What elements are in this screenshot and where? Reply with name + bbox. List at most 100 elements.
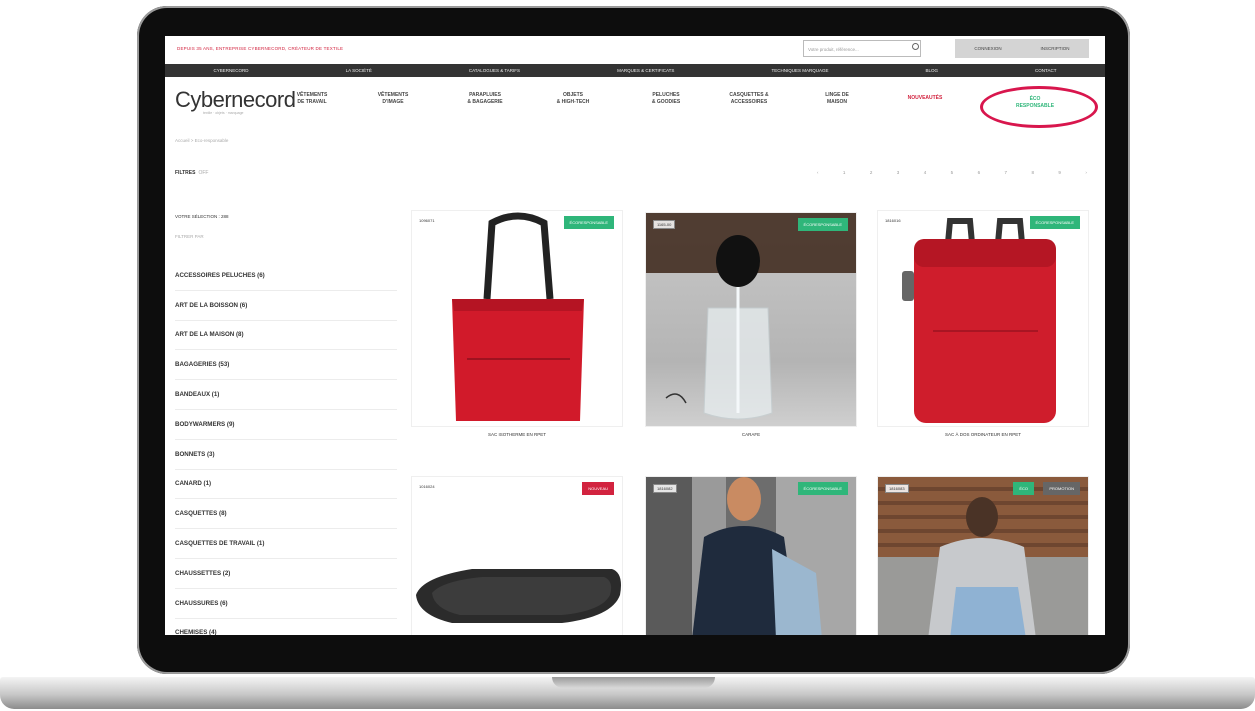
menu-caps[interactable]: CASQUETTES & ACCESSOIRES xyxy=(714,92,784,106)
menu-line: PELUCHES xyxy=(652,92,680,98)
menu-line: VÊTEMENTS xyxy=(296,92,328,98)
search-icon[interactable] xyxy=(912,43,919,50)
tray-image xyxy=(416,569,621,623)
product-name[interactable]: SAC ISOTHERME EN RPET xyxy=(411,432,623,437)
menu-line: DE TRAVAIL xyxy=(297,99,327,105)
browser-viewport: DEPUIS 35 ANS, ENTREPRISE CYBERNECORD, C… xyxy=(165,36,1105,635)
nav-item[interactable]: MARQUES & CERTIFICATS xyxy=(617,68,674,73)
category-item[interactable]: ART DE LA BOISSON (6) xyxy=(175,291,397,321)
product-card[interactable]: 1016024 NOUVEAU xyxy=(411,476,623,635)
eco-badge: ÉCO xyxy=(1013,482,1034,495)
page-link[interactable]: 4 xyxy=(924,170,927,175)
model-man-image xyxy=(692,477,822,635)
page-link[interactable]: 8 xyxy=(1031,170,1034,175)
filters-label: FILTRES xyxy=(175,170,196,176)
model-woman-image xyxy=(878,497,1088,635)
new-badge: NOUVEAU xyxy=(582,482,614,495)
menu-line: CASQUETTES & xyxy=(729,92,769,98)
page-link[interactable]: 2 xyxy=(870,170,873,175)
category-item[interactable]: CASQUETTES (8) xyxy=(175,499,397,530)
eco-badge: ÉCORESPONSABLE xyxy=(1029,216,1080,229)
login-button[interactable]: CONNEXION xyxy=(974,46,1001,51)
highlight-circle xyxy=(980,86,1098,128)
logo-tagline: textile · objets · marquage xyxy=(203,111,244,115)
category-item[interactable]: CHAUSSURES (6) xyxy=(175,589,397,619)
register-button[interactable]: INSCRIPTION xyxy=(1041,46,1070,51)
product-ref: 1816016 xyxy=(885,218,901,223)
menu-image-wear[interactable]: VÊTEMENTS D'IMAGE xyxy=(358,92,428,106)
laptop-notch xyxy=(552,677,715,688)
menu-line: D'IMAGE xyxy=(382,99,404,105)
page-link[interactable]: 5 xyxy=(951,170,954,175)
category-item[interactable]: BANDEAUX (1) xyxy=(175,380,397,410)
page-link[interactable]: 9 xyxy=(1058,170,1061,175)
promo-text: DEPUIS 35 ANS, ENTREPRISE CYBERNECORD, C… xyxy=(177,46,344,51)
category-item[interactable]: ART DE LA MAISON (8) xyxy=(175,321,397,351)
product-card[interactable]: 1816016 ÉCORESPONSABLE xyxy=(877,210,1089,427)
breadcrumb[interactable]: Accueil > Eco-responsable xyxy=(175,138,228,143)
menu-new[interactable]: NOUVEAUTÉS xyxy=(890,95,960,102)
product-ref: 1096071 xyxy=(419,218,435,223)
nav-item[interactable]: LA SOCIÉTÉ xyxy=(346,68,372,73)
product-ref: 1816082 xyxy=(653,484,677,493)
product-card[interactable]: 1816083 ÉCO PROMOTION xyxy=(877,476,1089,635)
menu-workwear[interactable]: VÊTEMENTS DE TRAVAIL xyxy=(277,92,347,106)
menu-line: PARAPLUIES xyxy=(469,92,501,98)
selection-count: VOTRE SÉLECTION : 288 xyxy=(175,214,229,219)
menu-umbrellas[interactable]: PARAPLUIES & BAGAGERIE xyxy=(450,92,520,106)
category-item[interactable]: BAGAGERIES (53) xyxy=(175,350,397,381)
site-header: Cybernecord textile · objets · marquage … xyxy=(165,78,1105,128)
top-bar: DEPUIS 35 ANS, ENTREPRISE CYBERNECORD, C… xyxy=(165,36,1105,63)
tote-bag-image xyxy=(452,212,584,421)
menu-line: LINGE DE xyxy=(825,92,849,98)
category-item[interactable]: ACCESSOIRES PELUCHES (6) xyxy=(175,261,397,291)
page-link[interactable]: 7 xyxy=(1005,170,1008,175)
menu-line: OBJETS xyxy=(562,92,583,98)
pagination: ‹ 1 2 3 4 5 6 7 8 9 › xyxy=(817,170,1087,175)
category-item[interactable]: CANARD (1) xyxy=(175,470,397,500)
page-prev[interactable]: ‹ xyxy=(817,170,819,175)
menu-line: & GOODIES xyxy=(651,99,681,105)
category-item[interactable]: CHAUSSETTES (2) xyxy=(175,559,397,589)
nav-item[interactable]: CATALOGUES & TARIFS xyxy=(469,68,520,73)
nav-item[interactable]: CYBERNECORD xyxy=(214,68,249,73)
product-name[interactable]: SAC À DOS ORDINATEUR EN RPET xyxy=(877,432,1089,437)
eco-badge: ÉCORESPONSABLE xyxy=(797,218,848,231)
nav-item[interactable]: TECHNIQUES MARQUAGE xyxy=(771,68,828,73)
filter-by-label: FILTRER PAR xyxy=(175,234,204,239)
carafe-image xyxy=(646,213,856,420)
menu-linen[interactable]: LINGE DE MAISON xyxy=(802,92,872,106)
search-input[interactable]: Votre produit, référence... xyxy=(803,40,921,57)
category-item[interactable]: CASQUETTES DE TRAVAIL (1) xyxy=(175,529,397,559)
product-ref: 1016024 xyxy=(419,484,435,489)
auth-buttons: CONNEXION INSCRIPTION xyxy=(955,39,1089,58)
nav-item[interactable]: CONTACT xyxy=(1035,68,1056,73)
menu-line: VÊTEMENTS xyxy=(377,92,409,98)
main-nav: CYBERNECORD LA SOCIÉTÉ CATALOGUES & TARI… xyxy=(165,64,1105,77)
filters-toggle[interactable]: FILTRES OFF xyxy=(175,170,208,176)
page-next[interactable]: › xyxy=(1085,170,1087,175)
product-card[interactable]: 1165-00 ÉCORESPONSABLE xyxy=(645,212,857,427)
menu-plush[interactable]: PELUCHES & GOODIES xyxy=(631,92,701,106)
product-name[interactable]: CARAFE xyxy=(645,432,857,437)
backpack-image xyxy=(902,218,1056,423)
page-link[interactable]: 1 xyxy=(843,170,846,175)
product-card[interactable]: 1096071 ÉCORESPONSABLE xyxy=(411,210,623,427)
menu-line: & BAGAGERIE xyxy=(467,99,503,105)
category-list: ACCESSOIRES PELUCHES (6) ART DE LA BOISS… xyxy=(175,261,397,635)
page-link[interactable]: 6 xyxy=(978,170,981,175)
nav-item[interactable]: BLOG xyxy=(926,68,939,73)
menu-objects[interactable]: OBJETS & HIGH-TECH xyxy=(538,92,608,106)
product-card[interactable]: 1816082 ÉCORESPONSABLE xyxy=(645,476,857,635)
menu-line: & HIGH-TECH xyxy=(556,99,590,105)
eco-badge: ÉCORESPONSABLE xyxy=(797,482,848,495)
promo-badge: PROMOTION xyxy=(1043,482,1080,495)
page-link[interactable]: 3 xyxy=(897,170,900,175)
category-item[interactable]: BONNETS (3) xyxy=(175,440,397,470)
product-ref: 1165-00 xyxy=(653,220,676,229)
menu-line: ACCESSOIRES xyxy=(730,99,768,105)
filters-state: OFF xyxy=(198,170,209,176)
category-item[interactable]: BODYWARMERS (9) xyxy=(175,410,397,440)
category-item[interactable]: CHEMISES (4) xyxy=(175,619,397,635)
eco-badge: ÉCORESPONSABLE xyxy=(563,216,614,229)
